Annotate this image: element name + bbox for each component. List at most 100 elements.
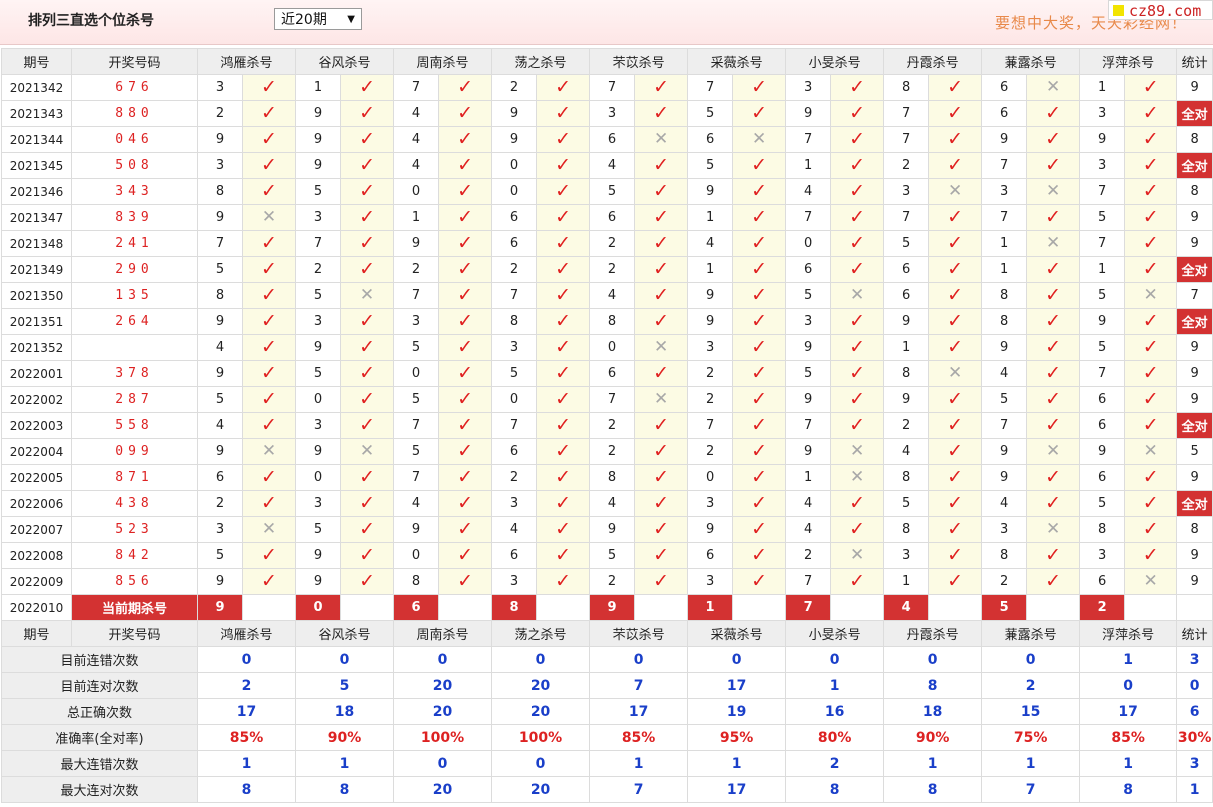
- col-header-expert[interactable]: 小旻杀号: [785, 48, 885, 75]
- kill-number-cell: 9: [1079, 126, 1126, 153]
- kill-number-cell: 7: [1079, 178, 1126, 205]
- kill-number-cell: 7: [589, 386, 636, 413]
- col-header-expert[interactable]: 谷风杀号: [295, 48, 395, 75]
- col-header-number: 开奖号码: [71, 620, 198, 647]
- check-icon: ✓: [653, 440, 670, 462]
- cross-icon: ✕: [1143, 285, 1158, 305]
- draw-number-cell: 378: [71, 360, 198, 387]
- summary-value-cell: 85%: [589, 724, 689, 751]
- kill-number-cell: 2: [491, 74, 538, 101]
- current-blank-cell: [1026, 594, 1081, 621]
- kill-number-cell: 3: [981, 178, 1028, 205]
- result-cell: ✓: [1026, 204, 1081, 231]
- col-header-expert[interactable]: 采薇杀号: [687, 48, 787, 75]
- site-badge[interactable]: cz89.com: [1108, 0, 1213, 20]
- kill-number-cell: 9: [491, 126, 538, 153]
- col-header-expert[interactable]: 芣苡杀号: [589, 48, 689, 75]
- result-cell: ✓: [634, 516, 689, 543]
- col-header-expert[interactable]: 周南杀号: [393, 48, 493, 75]
- col-header-stat: 统计: [1176, 620, 1213, 647]
- result-cell: ✓: [928, 100, 983, 127]
- kill-number-cell: 2: [687, 386, 734, 413]
- result-cell: ✕: [241, 438, 297, 465]
- result-cell: ✕: [634, 126, 689, 153]
- check-icon: ✓: [1045, 284, 1062, 306]
- issue-cell: 2021345: [1, 152, 72, 179]
- col-header-expert[interactable]: 蒹露杀号: [981, 48, 1081, 75]
- draw-number-cell: 241: [71, 230, 198, 257]
- check-icon: ✓: [555, 232, 572, 254]
- current-kill-cell: 5: [981, 594, 1028, 621]
- result-cell: ✓: [732, 568, 787, 595]
- stat-cell: 全对: [1176, 308, 1213, 335]
- cross-icon: ✕: [1143, 571, 1158, 591]
- check-icon: ✓: [359, 336, 375, 358]
- cross-icon: ✕: [947, 363, 963, 383]
- check-icon: ✓: [653, 544, 670, 566]
- col-header-expert[interactable]: 鸿雁杀号: [196, 48, 297, 75]
- check-icon: ✓: [555, 492, 572, 514]
- col-header-expert[interactable]: 谷风杀号: [295, 620, 395, 647]
- check-icon: ✓: [653, 570, 670, 592]
- issue-cell: 2021344: [1, 126, 72, 153]
- result-cell: ✓: [536, 256, 591, 283]
- col-header-expert[interactable]: 周南杀号: [393, 620, 493, 647]
- kill-number-cell: 3: [687, 490, 734, 517]
- result-cell: ✓: [438, 412, 493, 439]
- col-header-expert[interactable]: 鸿雁杀号: [196, 620, 297, 647]
- col-header-expert[interactable]: 丹霞杀号: [883, 620, 983, 647]
- kill-number-cell: 9: [197, 126, 243, 153]
- col-header-expert[interactable]: 蒹露杀号: [981, 620, 1081, 647]
- draw-number-cell: 856: [71, 568, 198, 595]
- kill-number-cell: 3: [197, 74, 243, 101]
- check-icon: ✓: [947, 206, 964, 228]
- check-icon: ✓: [359, 128, 375, 150]
- kill-number-cell: 9: [981, 126, 1028, 153]
- stat-cell: 9: [1176, 386, 1213, 413]
- col-header-expert[interactable]: 芣苡杀号: [589, 620, 689, 647]
- period-select[interactable]: 近20期 ▼: [274, 8, 362, 30]
- col-header-expert[interactable]: 丹霞杀号: [883, 48, 983, 75]
- summary-value-cell: 2: [196, 672, 297, 699]
- result-cell: ✓: [536, 542, 591, 569]
- result-cell: ✓: [732, 490, 787, 517]
- col-header-expert[interactable]: 采薇杀号: [687, 620, 787, 647]
- kill-number-cell: 5: [687, 152, 734, 179]
- col-header-expert[interactable]: 小旻杀号: [785, 620, 885, 647]
- result-cell: ✓: [1026, 464, 1081, 491]
- result-cell: ✓: [340, 334, 395, 361]
- table-row: 2021345 508 3 ✓ 9 ✓ 4 ✓ 0 ✓ 4 ✓ 5 ✓ 1 ✓ 2 ✓ 7 ✓ 3 ✓ 全对: [1, 152, 1213, 179]
- summary-value-cell: 20: [393, 672, 493, 699]
- check-icon: ✓: [751, 388, 768, 410]
- result-cell: ✓: [241, 464, 297, 491]
- current-blank-cell: [928, 594, 983, 621]
- result-cell: ✓: [241, 412, 297, 439]
- result-cell: ✓: [634, 568, 689, 595]
- result-cell: ✓: [536, 126, 591, 153]
- issue-cell: 2021347: [1, 204, 72, 231]
- col-header-expert[interactable]: 荡之杀号: [491, 620, 591, 647]
- check-icon: ✓: [653, 284, 670, 306]
- summary-value-cell: 8: [883, 776, 983, 803]
- col-header-expert[interactable]: 浮萍杀号: [1079, 48, 1178, 75]
- check-icon: ✓: [751, 180, 768, 202]
- summary-value-cell: 17: [196, 698, 297, 725]
- result-cell: ✓: [830, 386, 885, 413]
- current-blank-cell: [830, 594, 885, 621]
- kill-number-cell: 1: [1079, 256, 1126, 283]
- result-cell: ✓: [536, 308, 591, 335]
- kill-number-cell: 7: [785, 412, 832, 439]
- col-header-expert[interactable]: 浮萍杀号: [1079, 620, 1178, 647]
- draw-number-cell: 287: [71, 386, 198, 413]
- check-icon: ✓: [261, 284, 277, 306]
- kill-number-cell: 9: [785, 334, 832, 361]
- check-icon: ✓: [849, 492, 866, 514]
- result-cell: ✓: [732, 438, 787, 465]
- result-cell: ✕: [241, 204, 297, 231]
- col-header-expert[interactable]: 荡之杀号: [491, 48, 591, 75]
- summary-row: 目前连错次数 0 0 0 0 0 0 0 0 0 1 3: [1, 646, 1213, 673]
- issue-cell: 2022001: [1, 360, 72, 387]
- kill-number-cell: 9: [197, 438, 243, 465]
- issue-cell: 2022003: [1, 412, 72, 439]
- current-blank-cell: [732, 594, 787, 621]
